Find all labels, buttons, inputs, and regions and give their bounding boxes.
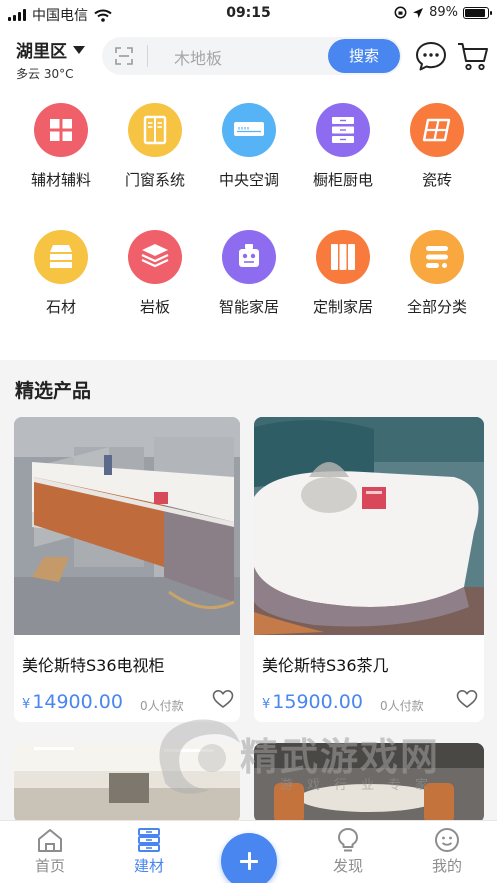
paid-count: 0人付款 xyxy=(380,699,424,713)
profile-icon xyxy=(435,828,459,852)
product-card[interactable]: 美伦斯特S36电视柜 ¥14900.00 0人付款 xyxy=(14,417,240,722)
product-card[interactable] xyxy=(14,743,240,823)
header: 湖里区 多云 30°C 木地板 搜索 xyxy=(0,28,497,90)
category-label: 门窗系统 xyxy=(124,171,185,189)
category-label: 石材 xyxy=(45,298,76,316)
air-conditioner-icon xyxy=(222,103,276,157)
paid-count: 0人付款 xyxy=(140,699,184,713)
product-name[interactable]: 美伦斯特S36茶几 xyxy=(262,652,389,676)
all-categories-icon xyxy=(410,230,464,284)
app-screen: 中国电信 09:15 89% 湖里区 多云 30°C 木地板 搜索 辅材辅料 门… xyxy=(0,0,497,883)
search-bar[interactable]: 木地板 搜索 xyxy=(102,37,402,75)
tab-bar: 首页 建材 发现 我的 xyxy=(0,820,497,883)
battery-percent: 89% xyxy=(429,5,458,20)
status-bar: 中国电信 09:15 89% xyxy=(0,0,497,28)
category-label: 全部分类 xyxy=(406,298,467,316)
scan-icon[interactable] xyxy=(115,47,133,65)
product-image[interactable] xyxy=(254,743,484,823)
tab-discover[interactable]: 发现 xyxy=(313,827,383,876)
location-label: 湖里区 xyxy=(16,42,67,62)
category-label: 瓷砖 xyxy=(421,171,452,189)
cabinet-icon xyxy=(316,103,370,157)
status-right: 89% xyxy=(394,5,492,20)
heart-icon[interactable] xyxy=(212,689,234,709)
product-image-tv-cabinet[interactable] xyxy=(14,417,240,635)
tab-profile[interactable]: 我的 xyxy=(412,827,482,876)
category-item[interactable]: 橱柜厨电 xyxy=(296,103,390,190)
tab-label: 发现 xyxy=(332,857,363,875)
product-card[interactable] xyxy=(254,743,484,823)
product-price: ¥15900.00 xyxy=(262,691,363,713)
category-item[interactable]: 岩板 xyxy=(108,230,202,317)
caret-down-icon xyxy=(73,45,85,54)
search-input[interactable]: 木地板 xyxy=(174,45,222,69)
price-value: 15900.00 xyxy=(272,691,363,713)
tab-label: 我的 xyxy=(431,857,462,875)
price-value: 14900.00 xyxy=(32,691,123,713)
weather-label: 多云 30°C xyxy=(16,67,74,81)
product-name[interactable]: 美伦斯特S36电视柜 xyxy=(22,652,165,676)
category-label: 中央空调 xyxy=(218,171,279,189)
category-label: 智能家居 xyxy=(218,298,279,316)
category-item[interactable]: 门窗系统 xyxy=(108,103,202,190)
stone-icon xyxy=(34,230,88,284)
currency-symbol: ¥ xyxy=(22,697,31,712)
orientation-lock-icon xyxy=(394,6,407,19)
category-item[interactable]: 瓷砖 xyxy=(390,103,484,190)
category-item[interactable]: 中央空调 xyxy=(202,103,296,190)
category-item[interactable]: 定制家居 xyxy=(296,230,390,317)
location-selector[interactable]: 湖里区 多云 30°C xyxy=(16,37,85,82)
tab-label: 建材 xyxy=(133,857,164,875)
category-item[interactable]: 智能家居 xyxy=(202,230,296,317)
tab-home[interactable]: 首页 xyxy=(15,827,85,876)
custom-furniture-icon xyxy=(316,230,370,284)
category-item[interactable]: 石材 xyxy=(14,230,108,317)
tab-building-materials[interactable]: 建材 xyxy=(114,827,184,876)
smart-home-icon xyxy=(222,230,276,284)
message-icon[interactable] xyxy=(414,40,448,72)
category-label: 橱柜厨电 xyxy=(312,171,373,189)
category-grid: 辅材辅料 门窗系统 中央空调 橱柜厨电 瓷砖 石材 岩板 智能家居 定制家居 全… xyxy=(0,90,497,360)
product-image[interactable] xyxy=(14,743,240,823)
location-arrow-icon xyxy=(413,7,424,18)
product-price: ¥14900.00 xyxy=(22,691,123,713)
section-title: 精选产品 xyxy=(15,380,92,402)
category-item[interactable]: 全部分类 xyxy=(390,230,484,317)
category-label: 定制家居 xyxy=(312,298,373,316)
product-image-coffee-table[interactable] xyxy=(254,417,484,635)
search-button[interactable]: 搜索 xyxy=(328,39,400,73)
battery-icon xyxy=(463,6,492,19)
category-label: 岩板 xyxy=(139,298,170,316)
category-label: 辅材辅料 xyxy=(30,171,91,189)
tab-label: 首页 xyxy=(34,857,65,875)
add-icon[interactable] xyxy=(221,833,277,883)
category-item[interactable]: 辅材辅料 xyxy=(14,103,108,190)
cart-icon[interactable] xyxy=(456,40,490,72)
discover-icon xyxy=(338,828,358,852)
battery-fill xyxy=(465,8,485,17)
currency-symbol: ¥ xyxy=(262,697,271,712)
building-materials-icon xyxy=(138,828,160,852)
heart-icon[interactable] xyxy=(456,689,478,709)
slab-icon xyxy=(128,230,182,284)
door-window-icon xyxy=(128,103,182,157)
home-icon xyxy=(38,829,62,852)
tile-icon xyxy=(410,103,464,157)
search-divider xyxy=(147,45,148,67)
auxiliary-materials-icon xyxy=(34,103,88,157)
product-card[interactable]: 美伦斯特S36茶几 ¥15900.00 0人付款 xyxy=(254,417,484,722)
